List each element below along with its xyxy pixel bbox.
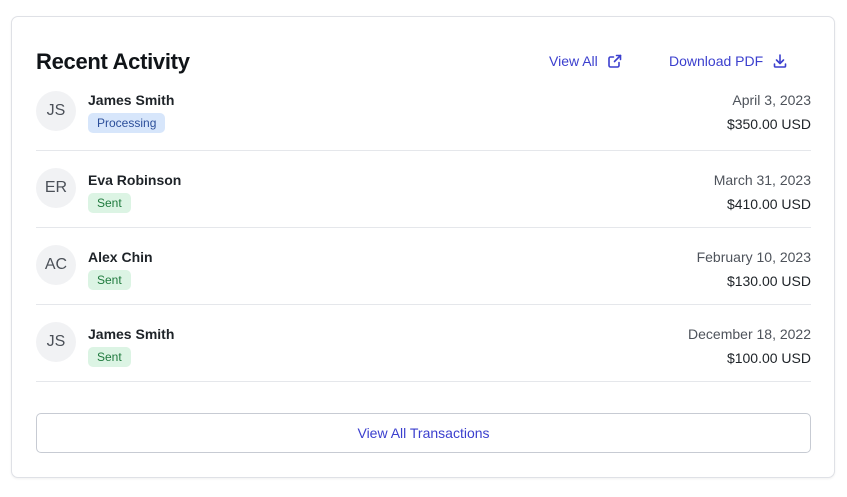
transaction-date: December 18, 2022	[688, 326, 811, 342]
status-badge: Sent	[88, 270, 131, 290]
card-title: Recent Activity	[36, 49, 190, 74]
transaction-name: Eva Robinson	[88, 172, 182, 188]
transaction-row[interactable]: JS James Smith Processing April 3, 2023 …	[36, 88, 811, 151]
avatar: JS	[36, 322, 76, 362]
transaction-amount: $350.00 USD	[726, 116, 811, 132]
transaction-amount: $130.00 USD	[726, 273, 811, 289]
transaction-row[interactable]: JS James Smith Sent December 18, 2022 $1…	[36, 305, 811, 382]
transaction-date: February 10, 2023	[696, 249, 811, 265]
transaction-date: March 31, 2023	[713, 172, 811, 188]
download-pdf-label: Download PDF	[669, 53, 764, 69]
recent-activity-card: Recent Activity View All Download PDF JS…	[11, 16, 835, 478]
transaction-name: James Smith	[88, 92, 175, 108]
download-pdf-link[interactable]: Download PDF	[669, 53, 788, 69]
transaction-row[interactable]: ER Eva Robinson Sent March 31, 2023 $410…	[36, 151, 811, 228]
transaction-list: JS James Smith Processing April 3, 2023 …	[36, 88, 811, 382]
view-all-transactions-button[interactable]: View All Transactions	[36, 413, 811, 453]
transaction-name: Alex Chin	[88, 249, 153, 265]
avatar: AC	[36, 245, 76, 285]
avatar: JS	[36, 91, 76, 131]
transaction-amount: $410.00 USD	[726, 196, 811, 212]
view-all-link[interactable]: View All	[549, 53, 623, 69]
download-icon	[772, 53, 788, 69]
transaction-date: April 3, 2023	[732, 92, 811, 108]
status-badge: Sent	[88, 347, 131, 367]
status-badge: Processing	[88, 113, 166, 133]
avatar: ER	[36, 168, 76, 208]
view-all-label: View All	[549, 53, 598, 69]
transaction-name: James Smith	[88, 326, 175, 342]
status-badge: Sent	[88, 193, 131, 213]
transaction-row[interactable]: AC Alex Chin Sent February 10, 2023 $130…	[36, 228, 811, 305]
transaction-amount: $100.00 USD	[726, 350, 811, 366]
external-link-icon	[607, 53, 623, 69]
